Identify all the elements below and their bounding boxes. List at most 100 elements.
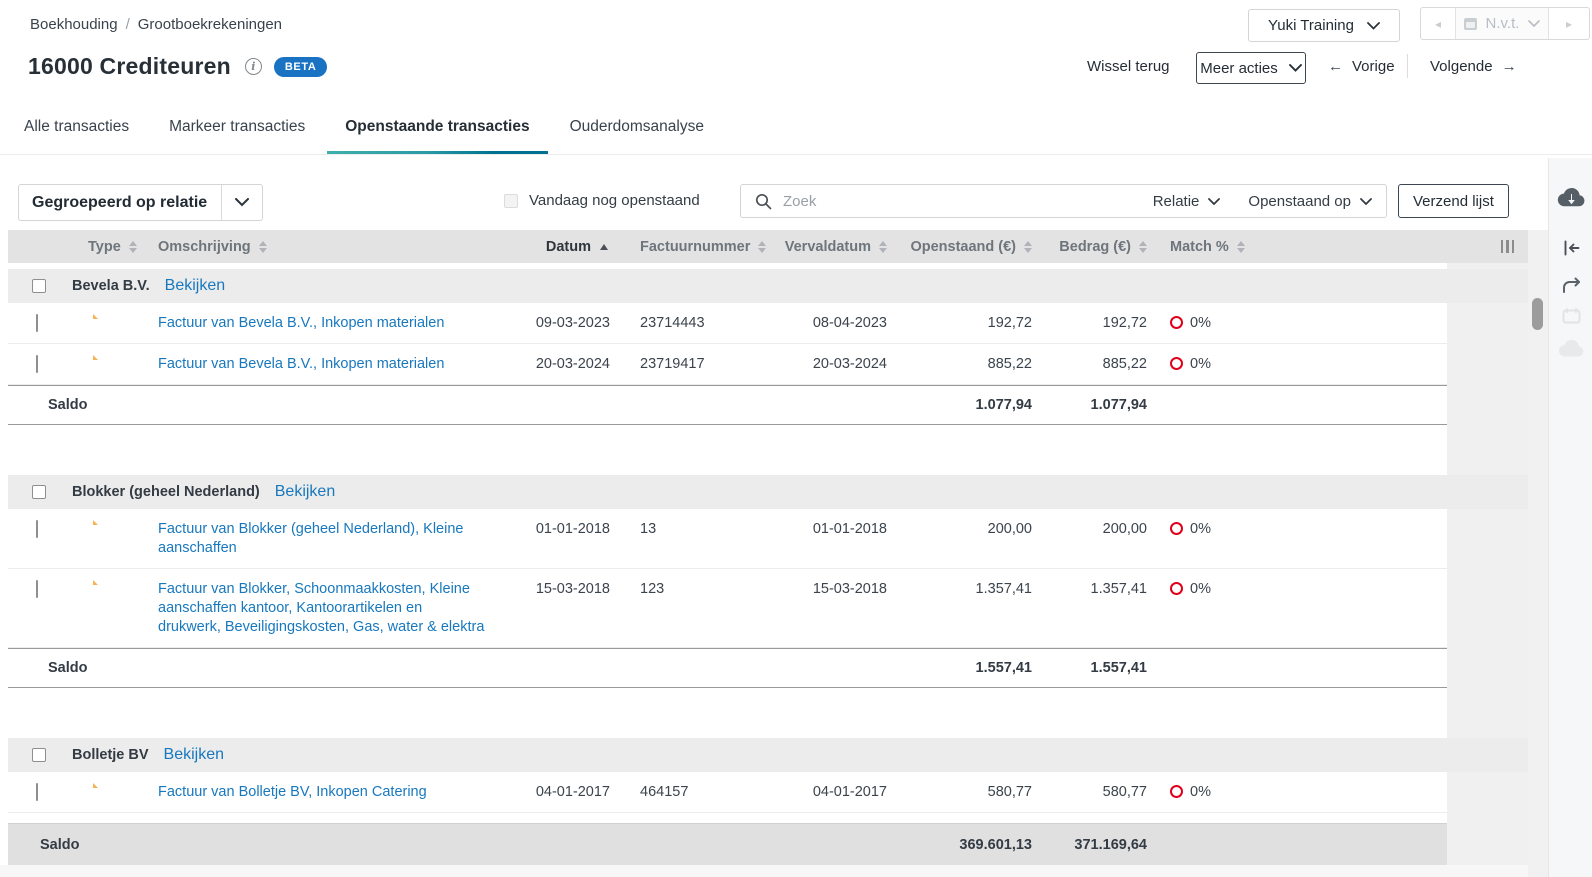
table-body: Bevela B.V.BekijkenFactuur van Bevela B.… (8, 269, 1528, 813)
tab-openstaande-transacties[interactable]: Openstaande transacties (327, 114, 547, 155)
period-prev-button[interactable]: ◂ (1421, 8, 1456, 39)
cell-due-date: 15-03-2018 (760, 569, 895, 609)
transaction-link[interactable]: Factuur van Bolletje BV, Inkopen Caterin… (158, 784, 427, 800)
cell-description: Factuur van Blokker, Schoonmaakkosten, K… (120, 569, 510, 647)
transaction-link[interactable]: Factuur van Bevela B.V., Inkopen materia… (158, 315, 444, 331)
group-header-row: Bolletje BV Bekijken (8, 738, 1528, 772)
saldo-label: Saldo (8, 660, 510, 676)
column-header-match[interactable]: Match % (1155, 239, 1528, 255)
cell-select (8, 344, 64, 384)
group-select-checkbox[interactable] (32, 485, 46, 499)
bekijken-link[interactable]: Bekijken (165, 277, 225, 295)
group-by-dropdown[interactable]: Gegroepeerd op relatie (18, 184, 263, 221)
cell-date: 04-01-2017 (510, 772, 610, 812)
column-header-openstaand[interactable]: Openstaand (€) (895, 239, 1040, 255)
actions-row: Wissel terug Meer acties ← Vorige Volgen… (1080, 50, 1560, 86)
transaction-link[interactable]: Factuur van Blokker, Schoonmaakkosten, K… (158, 581, 484, 635)
cell-amount: 1.357,41 (1040, 569, 1155, 609)
grand-total-outstanding: 369.601,13 (895, 837, 1040, 853)
period-label: N.v.t. (1486, 15, 1520, 32)
match-value: 0% (1190, 355, 1211, 374)
tab-bar-divider (0, 154, 1592, 155)
breadcrumb-item-boekhouding[interactable]: Boekhouding (30, 16, 118, 33)
scrollbar-thumb[interactable] (1532, 298, 1543, 330)
bekijken-link[interactable]: Bekijken (164, 746, 224, 764)
redo-icon[interactable] (1549, 276, 1592, 294)
tab-alle-transacties[interactable]: Alle transacties (6, 114, 147, 155)
search-input[interactable]: Zoek Relatie Openstaand op (740, 184, 1387, 218)
row-checkbox[interactable] (36, 580, 38, 598)
vertical-scrollbar[interactable] (1528, 230, 1548, 877)
match-ring-icon (1170, 582, 1183, 595)
sort-icon[interactable] (1237, 241, 1245, 253)
match-ring-icon (1170, 316, 1183, 329)
sort-icon[interactable] (879, 241, 887, 253)
match-ring-icon (1170, 357, 1183, 370)
verzend-lijst-button[interactable]: Verzend lijst (1398, 184, 1509, 218)
chevron-down-icon (1289, 64, 1302, 72)
row-checkbox[interactable] (36, 355, 38, 373)
administration-dropdown[interactable]: Yuki Training (1248, 9, 1400, 42)
openstaand-op-dropdown[interactable]: Openstaand op (1248, 193, 1372, 210)
saldo-outstanding: 1.077,94 (895, 397, 1040, 413)
sort-icon[interactable] (259, 241, 267, 253)
column-header-vervaldatum[interactable]: Vervaldatum (760, 239, 895, 255)
relatie-dropdown[interactable]: Relatie (1153, 193, 1221, 210)
tab-markeer-transacties[interactable]: Markeer transacties (151, 114, 323, 155)
transaction-row: Factuur van Blokker (geheel Nederland), … (8, 509, 1447, 569)
group-by-label: Gegroepeerd op relatie (19, 194, 221, 212)
cell-type (64, 772, 120, 793)
cell-invoice-number: 23714443 (610, 303, 760, 343)
cell-date: 01-01-2018 (510, 509, 610, 549)
group-select-checkbox[interactable] (32, 279, 46, 293)
cell-date: 20-03-2024 (510, 344, 610, 384)
cell-outstanding: 200,00 (895, 509, 1040, 549)
group-name: Bolletje BV (72, 747, 149, 763)
cell-invoice-number: 464157 (610, 772, 760, 812)
cell-match: 0% (1155, 772, 1447, 812)
cell-date: 09-03-2023 (510, 303, 610, 343)
today-checkbox-label: Vandaag nog openstaand (529, 192, 700, 209)
tab-ouderdomsanalyse[interactable]: Ouderdomsanalyse (552, 114, 722, 155)
sort-icon[interactable] (1024, 241, 1032, 253)
wissel-terug-link[interactable]: Wissel terug (1087, 58, 1170, 75)
column-header-omschrijving[interactable]: Omschrijving (120, 239, 510, 255)
info-icon[interactable]: i (245, 58, 262, 75)
period-next-button[interactable]: ▸ (1548, 8, 1589, 39)
collapse-panel-icon[interactable] (1549, 238, 1592, 258)
group-select-checkbox[interactable] (32, 748, 46, 762)
volgende-button[interactable]: Volgende → (1430, 58, 1517, 75)
today-checkbox[interactable] (504, 194, 518, 208)
transaction-link[interactable]: Factuur van Bevela B.V., Inkopen materia… (158, 356, 444, 372)
vorige-button[interactable]: ← Vorige (1328, 58, 1395, 75)
group-saldo-row: Saldo1.077,941.077,94 (8, 385, 1447, 425)
search-icon (755, 193, 772, 210)
column-header-bedrag[interactable]: Bedrag (€) (1040, 239, 1155, 255)
period-dropdown[interactable]: N.v.t. (1456, 8, 1548, 39)
breadcrumb-item-grootboekrekeningen[interactable]: Grootboekrekeningen (138, 16, 282, 33)
vorige-label: Vorige (1352, 58, 1395, 75)
group-spacer (8, 688, 1447, 732)
transaction-link[interactable]: Factuur van Blokker (geheel Nederland), … (158, 521, 463, 556)
cloud-icon-disabled (1549, 338, 1592, 359)
column-header-factuurnummer[interactable]: Factuurnummer (610, 239, 760, 255)
column-header-datum[interactable]: Datum (510, 239, 610, 255)
cell-match: 0% (1155, 344, 1447, 384)
arrow-right-icon: → (1502, 58, 1517, 75)
cell-amount: 192,72 (1040, 303, 1155, 343)
cell-description: Factuur van Bevela B.V., Inkopen materia… (120, 344, 510, 384)
saldo-amount: 1.077,94 (1040, 397, 1155, 413)
row-checkbox[interactable] (36, 783, 38, 801)
bekijken-link[interactable]: Bekijken (275, 483, 335, 501)
column-header-type[interactable]: Type (64, 239, 120, 255)
row-checkbox[interactable] (36, 314, 38, 332)
column-chooser-icon[interactable] (1501, 240, 1515, 253)
cell-due-date: 20-03-2024 (760, 344, 895, 384)
meer-acties-button[interactable]: Meer acties (1196, 52, 1306, 84)
sort-icon[interactable] (1139, 241, 1147, 253)
cell-type (64, 344, 120, 365)
download-cloud-icon[interactable] (1549, 186, 1592, 209)
cell-select (8, 772, 64, 812)
cell-outstanding: 885,22 (895, 344, 1040, 384)
row-checkbox[interactable] (36, 520, 38, 538)
